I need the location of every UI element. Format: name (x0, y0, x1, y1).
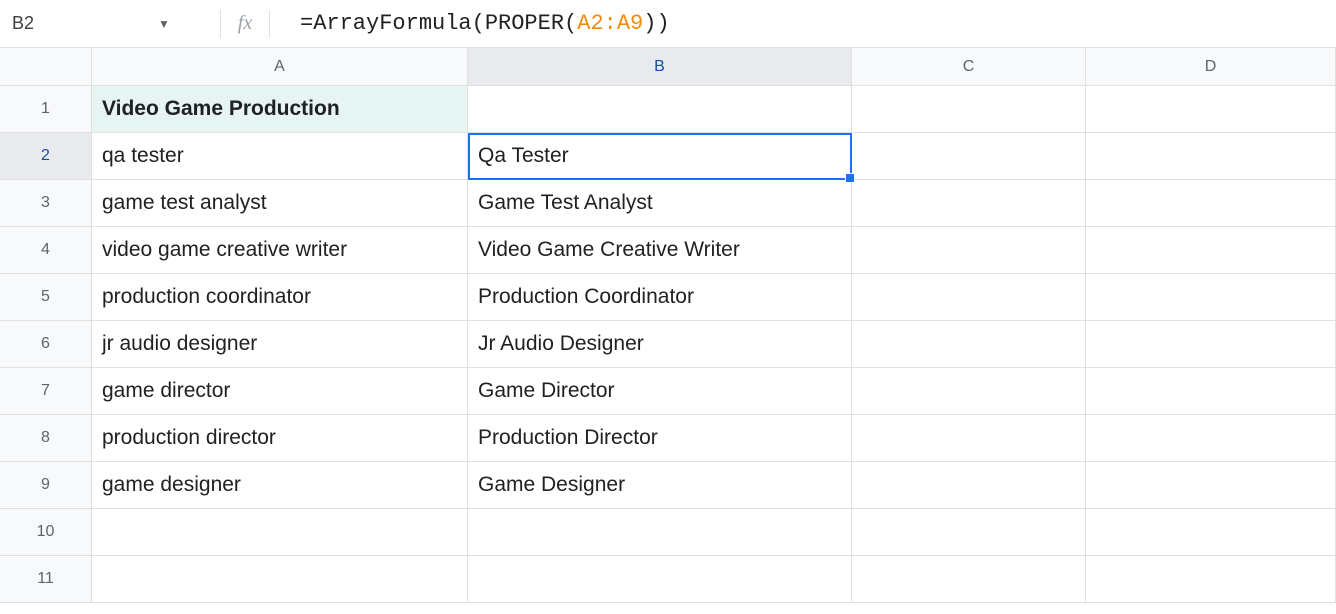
cell-a7[interactable]: game director (92, 368, 468, 415)
column-header-a[interactable]: A (92, 48, 468, 86)
cell-a3[interactable]: game test analyst (92, 180, 468, 227)
cell-d3[interactable] (1086, 180, 1336, 227)
divider (220, 10, 221, 38)
name-box-wrap: ▼ (0, 0, 210, 47)
cell-a10[interactable] (92, 509, 468, 556)
cell-c6[interactable] (852, 321, 1086, 368)
select-all-corner[interactable] (0, 48, 92, 86)
cell-a6[interactable]: jr audio designer (92, 321, 468, 368)
cell-c8[interactable] (852, 415, 1086, 462)
fx-icon: fx (231, 12, 259, 35)
cell-c11[interactable] (852, 556, 1086, 603)
cell-d10[interactable] (1086, 509, 1336, 556)
cell-c3[interactable] (852, 180, 1086, 227)
row-header-2[interactable]: 2 (0, 133, 92, 180)
cell-d6[interactable] (1086, 321, 1336, 368)
cell-a2[interactable]: qa tester (92, 133, 468, 180)
cell-c10[interactable] (852, 509, 1086, 556)
formula-bar-row: ▼ fx =ArrayFormula(PROPER(A2:A9)) (0, 0, 1336, 48)
cell-d2[interactable] (1086, 133, 1336, 180)
cell-d9[interactable] (1086, 462, 1336, 509)
chevron-down-icon[interactable]: ▼ (152, 11, 176, 37)
cell-c9[interactable] (852, 462, 1086, 509)
spreadsheet-grid[interactable]: ABCD 1Video Game Production2qa testerQa T… (0, 48, 1336, 603)
row-header-9[interactable]: 9 (0, 462, 92, 509)
row-header-7[interactable]: 7 (0, 368, 92, 415)
cell-d1[interactable] (1086, 86, 1336, 133)
row-header-3[interactable]: 3 (0, 180, 92, 227)
cell-b1[interactable] (468, 86, 852, 133)
cell-a1[interactable]: Video Game Production (92, 86, 468, 133)
cell-c2[interactable] (852, 133, 1086, 180)
cell-b3[interactable]: Game Test Analyst (468, 180, 852, 227)
cell-d11[interactable] (1086, 556, 1336, 603)
cell-b2[interactable]: Qa Tester (468, 133, 852, 180)
cell-d8[interactable] (1086, 415, 1336, 462)
cell-a4[interactable]: video game creative writer (92, 227, 468, 274)
row-header-10[interactable]: 10 (0, 509, 92, 556)
cell-c7[interactable] (852, 368, 1086, 415)
row-header-4[interactable]: 4 (0, 227, 92, 274)
name-box[interactable] (12, 13, 152, 34)
column-header-b[interactable]: B (468, 48, 852, 86)
row-header-5[interactable]: 5 (0, 274, 92, 321)
formula-text-prefix: =ArrayFormula(PROPER( (300, 11, 577, 36)
cell-c1[interactable] (852, 86, 1086, 133)
cell-b5[interactable]: Production Coordinator (468, 274, 852, 321)
column-header-d[interactable]: D (1086, 48, 1336, 86)
cell-c5[interactable] (852, 274, 1086, 321)
cell-b4[interactable]: Video Game Creative Writer (468, 227, 852, 274)
cell-a8[interactable]: production director (92, 415, 468, 462)
cell-d7[interactable] (1086, 368, 1336, 415)
row-header-8[interactable]: 8 (0, 415, 92, 462)
cell-b6[interactable]: Jr Audio Designer (468, 321, 852, 368)
cell-a9[interactable]: game designer (92, 462, 468, 509)
row-header-1[interactable]: 1 (0, 86, 92, 133)
formula-text-range: A2:A9 (577, 11, 643, 36)
formula-bar[interactable]: =ArrayFormula(PROPER(A2:A9)) (280, 11, 1336, 36)
cell-b8[interactable]: Production Director (468, 415, 852, 462)
cell-b11[interactable] (468, 556, 852, 603)
cell-d4[interactable] (1086, 227, 1336, 274)
row-header-11[interactable]: 11 (0, 556, 92, 603)
cell-a5[interactable]: production coordinator (92, 274, 468, 321)
cell-b10[interactable] (468, 509, 852, 556)
row-header-6[interactable]: 6 (0, 321, 92, 368)
column-header-c[interactable]: C (852, 48, 1086, 86)
cell-b9[interactable]: Game Designer (468, 462, 852, 509)
formula-text-suffix: )) (643, 11, 669, 36)
cell-c4[interactable] (852, 227, 1086, 274)
cell-d5[interactable] (1086, 274, 1336, 321)
cell-a11[interactable] (92, 556, 468, 603)
divider (269, 10, 270, 38)
cell-b7[interactable]: Game Director (468, 368, 852, 415)
